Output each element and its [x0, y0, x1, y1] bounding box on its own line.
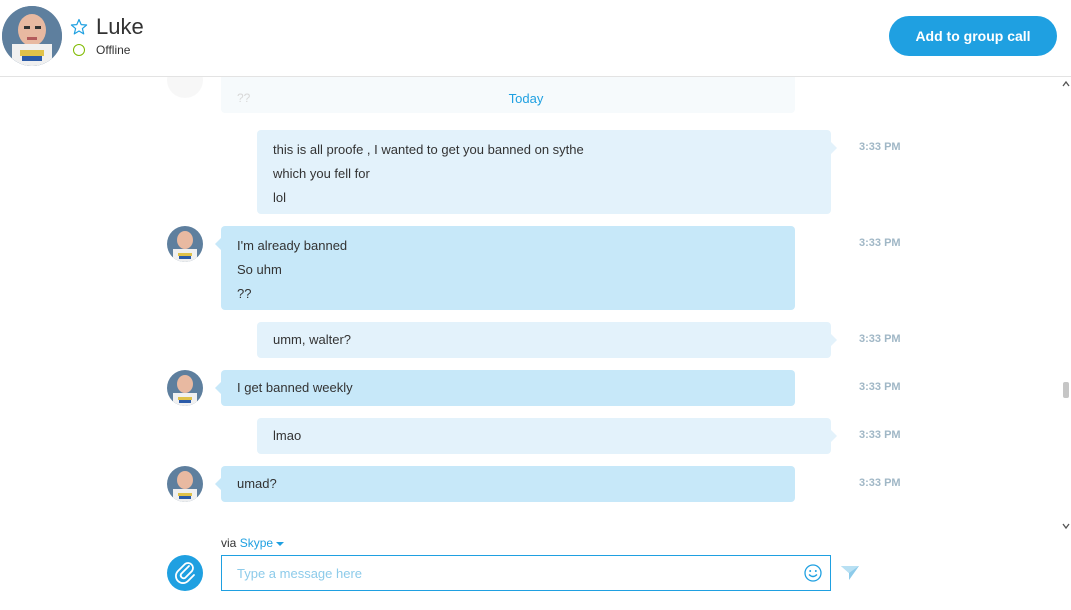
contact-name: Luke [96, 14, 144, 39]
message-line: umad? [237, 476, 277, 491]
message-timestamp: 3:33 PM [859, 381, 901, 393]
message-timestamp: 3:33 PM [859, 237, 901, 249]
outgoing-message[interactable]: this is all proofe , I wanted to get you… [257, 130, 837, 214]
add-to-group-call-button[interactable]: Add to group call [889, 16, 1057, 56]
outgoing-message[interactable]: umm, walter? [257, 322, 837, 358]
message-timestamp: 3:33 PM [859, 333, 901, 345]
chat-scrollbar[interactable] [1060, 77, 1071, 537]
message-timestamp: 3:33 PM [859, 477, 901, 489]
chevron-down-icon[interactable] [276, 541, 285, 547]
via-service[interactable]: Skype [240, 536, 273, 550]
presence-status: Offline [96, 43, 131, 57]
incoming-message[interactable]: I'm already banned So uhm ?? [215, 226, 795, 310]
skype-chat-window: Luke Offline Add to group call ?? Today … [0, 0, 1071, 610]
message-line: this is all proofe , I wanted to get you… [273, 142, 584, 157]
offline-ring-icon [73, 44, 85, 56]
contact-avatar[interactable] [2, 6, 62, 66]
via-prefix: via [221, 536, 237, 550]
message-line: I'm already banned [237, 238, 348, 253]
message-line: ?? [237, 286, 252, 301]
message-line: umm, walter? [273, 332, 352, 347]
sender-avatar[interactable] [167, 466, 203, 502]
conversation-header: Luke Offline Add to group call [0, 0, 1071, 77]
faded-message-text: ?? [237, 91, 251, 105]
faded-avatar [167, 77, 203, 98]
paperclip-icon [175, 562, 195, 584]
attach-file-button[interactable] [167, 555, 203, 591]
message-line: I get banned weekly [237, 380, 353, 395]
star-outline-icon[interactable] [70, 18, 88, 36]
send-via-selector[interactable]: via Skype [221, 536, 285, 550]
sender-avatar[interactable] [167, 226, 203, 262]
message-input[interactable] [221, 555, 831, 591]
message-line: lmao [273, 428, 302, 443]
message-line: which you fell for [273, 166, 370, 181]
scroll-up-arrow-icon[interactable] [1062, 80, 1070, 88]
scrollbar-thumb[interactable] [1063, 382, 1069, 398]
message-timestamp: 3:33 PM [859, 429, 901, 441]
incoming-message[interactable]: umad? [215, 466, 795, 502]
smiley-icon[interactable] [803, 563, 823, 583]
send-arrow-icon[interactable] [840, 564, 860, 582]
date-divider: Today [508, 91, 544, 106]
message-timestamp: 3:33 PM [859, 141, 901, 153]
incoming-message[interactable]: I get banned weekly [215, 370, 795, 406]
scroll-down-arrow-icon[interactable] [1062, 522, 1070, 530]
message-line: So uhm [237, 262, 282, 277]
message-line: lol [273, 190, 287, 205]
message-history: ?? Today this is all proofe , I wanted t… [0, 77, 1060, 502]
sender-avatar[interactable] [167, 370, 203, 406]
outgoing-message[interactable]: lmao [257, 418, 837, 454]
